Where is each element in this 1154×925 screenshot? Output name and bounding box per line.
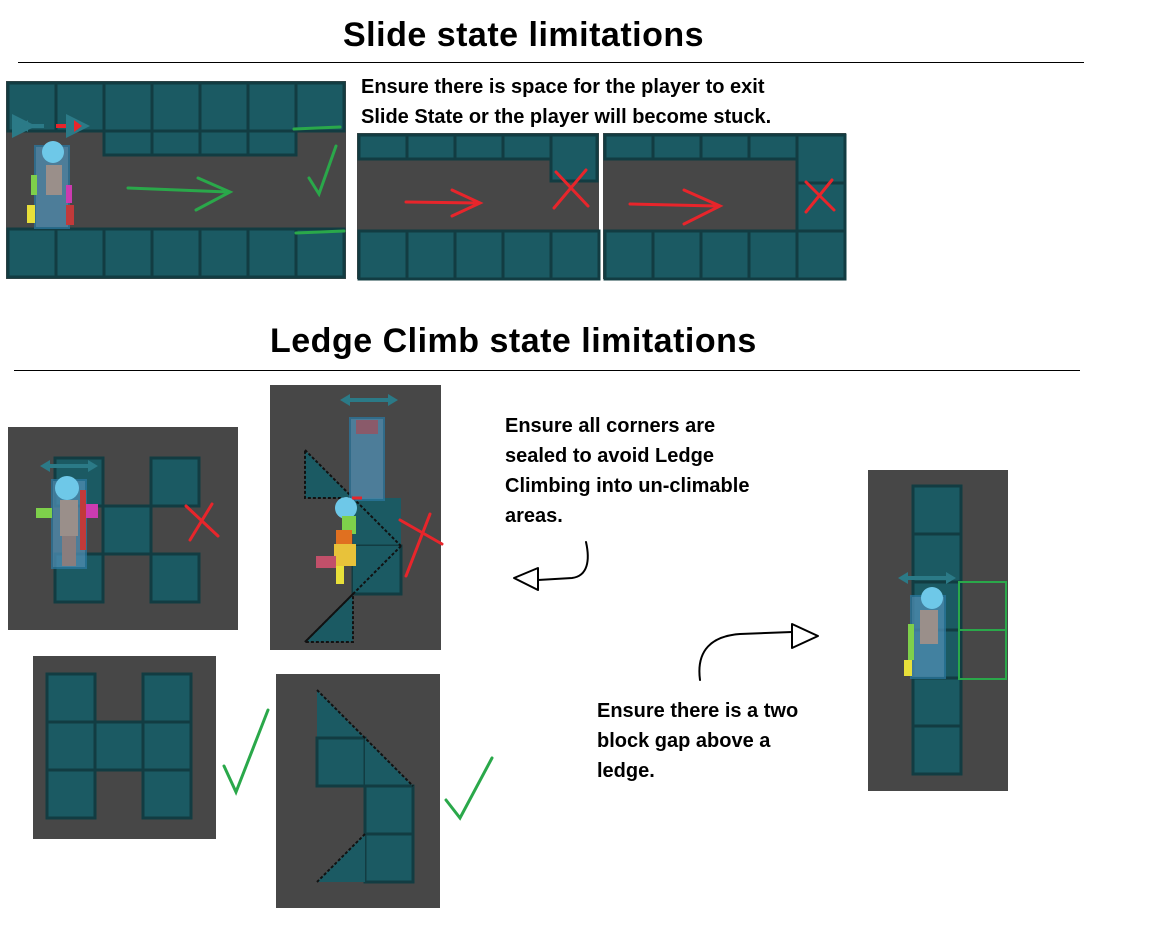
ledge-panel-valid-filled — [33, 656, 216, 839]
ledge-panel-invalid-gaps — [8, 427, 238, 630]
arrow-to-corner-examples — [513, 541, 589, 591]
slide-panel-invalid-2 — [603, 133, 847, 281]
diagram-artwork — [6, 81, 1008, 908]
ledge-panel-two-block-gap — [868, 470, 1008, 791]
slide-panel-valid — [6, 81, 346, 279]
player-sprite — [27, 141, 74, 229]
ledge-panel-valid-slopes — [276, 674, 440, 908]
valid-check-icon — [444, 756, 494, 821]
tile-row-bottom — [6, 227, 346, 279]
slide-panel-invalid-1 — [357, 133, 601, 281]
valid-check-icon — [222, 708, 270, 796]
arrow-to-gap-example — [698, 623, 819, 681]
tile-row-top — [6, 81, 346, 133]
ledge-panel-invalid-slopes — [270, 385, 444, 650]
player-sprite — [904, 587, 946, 679]
